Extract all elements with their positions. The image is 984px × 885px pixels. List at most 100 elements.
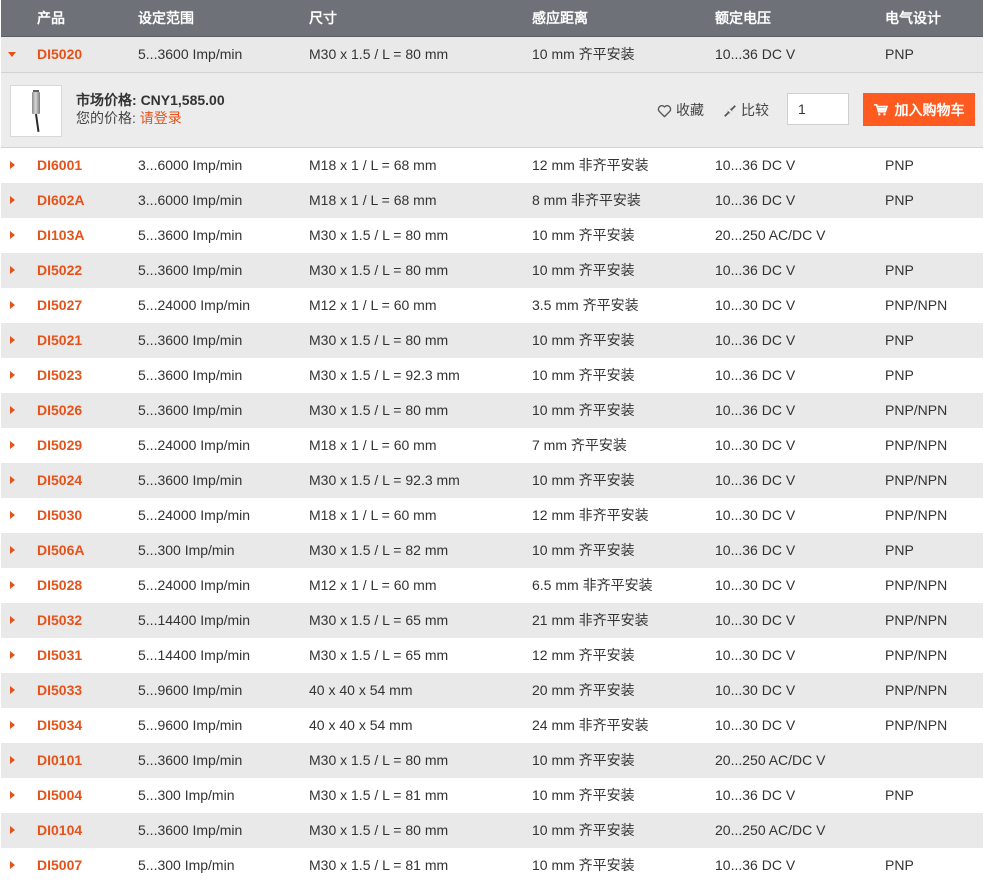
caret-right-icon[interactable] [10, 441, 15, 449]
product-link[interactable]: DI5004 [37, 778, 82, 813]
product-link[interactable]: DI0104 [37, 813, 82, 848]
table-row[interactable]: DI5004 5...300 Imp/min M30 x 1.5 / L = 81 … [1, 778, 983, 813]
caret-right-icon[interactable] [10, 651, 15, 659]
table-row[interactable]: DI5034 5...9600 Imp/min 40 x 40 x 54 mm 24 … [1, 708, 983, 743]
product-link[interactable]: DI5024 [37, 463, 82, 498]
table-row[interactable]: DI6001 3...6000 Imp/min M18 x 1 / L = 68 m… [1, 148, 983, 183]
table-row[interactable]: DI602A 3...6000 Imp/min M18 x 1 / L = 68 m… [1, 183, 983, 218]
product-link[interactable]: DI5007 [37, 848, 82, 883]
caret-right-icon[interactable] [10, 861, 15, 869]
product-link[interactable]: DI5033 [37, 673, 82, 708]
caret-right-icon[interactable] [10, 301, 15, 309]
product-link[interactable]: DI5020 [37, 37, 82, 72]
product-thumbnail[interactable] [10, 85, 62, 137]
table-row[interactable]: DI0101 5...3600 Imp/min M30 x 1.5 / L = 80… [1, 743, 983, 778]
table-row[interactable]: DI5028 5...24000 Imp/min M12 x 1 / L = 60 … [1, 568, 983, 603]
login-link[interactable]: 请登录 [140, 110, 182, 126]
caret-right-icon[interactable] [10, 161, 15, 169]
product-link[interactable]: DI5034 [37, 708, 82, 743]
product-link[interactable]: DI5028 [37, 568, 82, 603]
caret-right-icon[interactable] [10, 826, 15, 834]
header-product[interactable]: 产品 [37, 0, 65, 36]
caret-right-icon[interactable] [10, 476, 15, 484]
cell-distance: 10 mm 齐平安装 [532, 787, 635, 803]
table-row[interactable]: DI5027 5...24000 Imp/min M12 x 1 / L = 60 … [1, 288, 983, 323]
product-link[interactable]: DI0101 [37, 743, 82, 778]
table-row[interactable]: DI5024 5...3600 Imp/min M30 x 1.5 / L = 92… [1, 463, 983, 498]
table-row[interactable]: DI5030 5...24000 Imp/min M18 x 1 / L = 60 … [1, 498, 983, 533]
table-row[interactable]: DI506A 5...300 Imp/min M30 x 1.5 / L = 82 … [1, 533, 983, 568]
caret-right-icon[interactable] [10, 336, 15, 344]
header-electrical[interactable]: 电气设计 [885, 0, 941, 36]
cell-electrical: PNP [885, 192, 914, 208]
caret-right-icon[interactable] [10, 756, 15, 764]
table-row[interactable]: DI5033 5...9600 Imp/min 40 x 40 x 54 mm 20 … [1, 673, 983, 708]
product-link[interactable]: DI6001 [37, 148, 82, 183]
product-link[interactable]: DI5023 [37, 358, 82, 393]
product-link[interactable]: DI5029 [37, 428, 82, 463]
cell-size: M12 x 1 / L = 60 mm [309, 577, 437, 593]
table-row[interactable]: DI5021 5...3600 Imp/min M30 x 1.5 / L = 80… [1, 323, 983, 358]
cell-voltage: 10...36 DC V [715, 332, 796, 348]
table-row[interactable]: DI103A 5...3600 Imp/min M30 x 1.5 / L = 80… [1, 218, 983, 253]
cell-distance: 21 mm 非齐平安装 [532, 612, 649, 628]
product-link[interactable]: DI5021 [37, 323, 82, 358]
header-distance[interactable]: 感应距离 [532, 0, 588, 36]
product-link[interactable]: DI5022 [37, 253, 82, 288]
cell-range: 5...300 Imp/min [138, 857, 235, 873]
cell-voltage: 10...36 DC V [715, 857, 796, 873]
product-link[interactable]: DI5031 [37, 638, 82, 673]
cell-size: M30 x 1.5 / L = 80 mm [309, 332, 449, 348]
header-voltage[interactable]: 额定电压 [715, 0, 771, 36]
compare-button[interactable]: 比较 [723, 101, 769, 119]
product-link[interactable]: DI5027 [37, 288, 82, 323]
table-row[interactable]: DI5029 5...24000 Imp/min M18 x 1 / L = 60 … [1, 428, 983, 463]
cell-size: M30 x 1.5 / L = 92.3 mm [309, 367, 460, 383]
favorite-button[interactable]: 收藏 [657, 101, 704, 119]
add-to-cart-label: 加入购物车 [894, 101, 965, 118]
caret-right-icon[interactable] [10, 791, 15, 799]
caret-right-icon[interactable] [10, 511, 15, 519]
cell-range: 5...3600 Imp/min [138, 367, 243, 383]
caret-right-icon[interactable] [10, 616, 15, 624]
table-row[interactable]: DI5032 5...14400 Imp/min M30 x 1.5 / L = 6… [1, 603, 983, 638]
cell-size: M30 x 1.5 / L = 81 mm [309, 787, 449, 803]
table-row[interactable]: DI5031 5...14400 Imp/min M30 x 1.5 / L = 6… [1, 638, 983, 673]
product-link[interactable]: DI5032 [37, 603, 82, 638]
caret-down-icon[interactable] [8, 52, 16, 57]
product-link[interactable]: DI103A [37, 218, 84, 253]
caret-right-icon[interactable] [10, 686, 15, 694]
cell-size: M18 x 1 / L = 60 mm [309, 507, 437, 523]
caret-right-icon[interactable] [10, 371, 15, 379]
quantity-input[interactable] [787, 93, 849, 125]
caret-right-icon[interactable] [10, 266, 15, 274]
table-row[interactable]: DI5022 5...3600 Imp/min M30 x 1.5 / L = 80… [1, 253, 983, 288]
table-row[interactable]: DI5007 5...300 Imp/min M30 x 1.5 / L = 81 … [1, 848, 983, 883]
cell-electrical: PNP/NPN [885, 612, 948, 628]
caret-right-icon[interactable] [10, 196, 15, 204]
cell-range: 5...3600 Imp/min [138, 752, 243, 768]
product-link[interactable]: DI5026 [37, 393, 82, 428]
caret-right-icon[interactable] [10, 721, 15, 729]
product-link[interactable]: DI5030 [37, 498, 82, 533]
cell-voltage: 10...36 DC V [715, 192, 796, 208]
header-size[interactable]: 尺寸 [309, 0, 337, 36]
table-row-expanded[interactable]: DI5020 5...3600 Imp/min M30 x 1.5 / L = … [1, 37, 983, 73]
caret-right-icon[interactable] [10, 231, 15, 239]
cell-size: M30 x 1.5 / L = 80 mm [309, 262, 449, 278]
header-range[interactable]: 设定范围 [138, 0, 194, 36]
table-row[interactable]: DI0104 5...3600 Imp/min M30 x 1.5 / L = 80… [1, 813, 983, 848]
cell-range: 5...24000 Imp/min [138, 507, 251, 523]
caret-right-icon[interactable] [10, 406, 15, 414]
cell-distance: 6.5 mm 非齐平安装 [532, 577, 653, 593]
caret-right-icon[interactable] [10, 546, 15, 554]
caret-right-icon[interactable] [10, 581, 15, 589]
table-row[interactable]: DI5023 5...3600 Imp/min M30 x 1.5 / L = 92… [1, 358, 983, 393]
cell-distance: 10 mm 齐平安装 [532, 402, 635, 418]
cell-size: M18 x 1 / L = 60 mm [309, 437, 437, 453]
product-link[interactable]: DI506A [37, 533, 84, 568]
cell-range: 5...24000 Imp/min [138, 437, 251, 453]
add-to-cart-button[interactable]: 加入购物车 [863, 93, 975, 126]
product-link[interactable]: DI602A [37, 183, 84, 218]
table-row[interactable]: DI5026 5...3600 Imp/min M30 x 1.5 / L = 80… [1, 393, 983, 428]
